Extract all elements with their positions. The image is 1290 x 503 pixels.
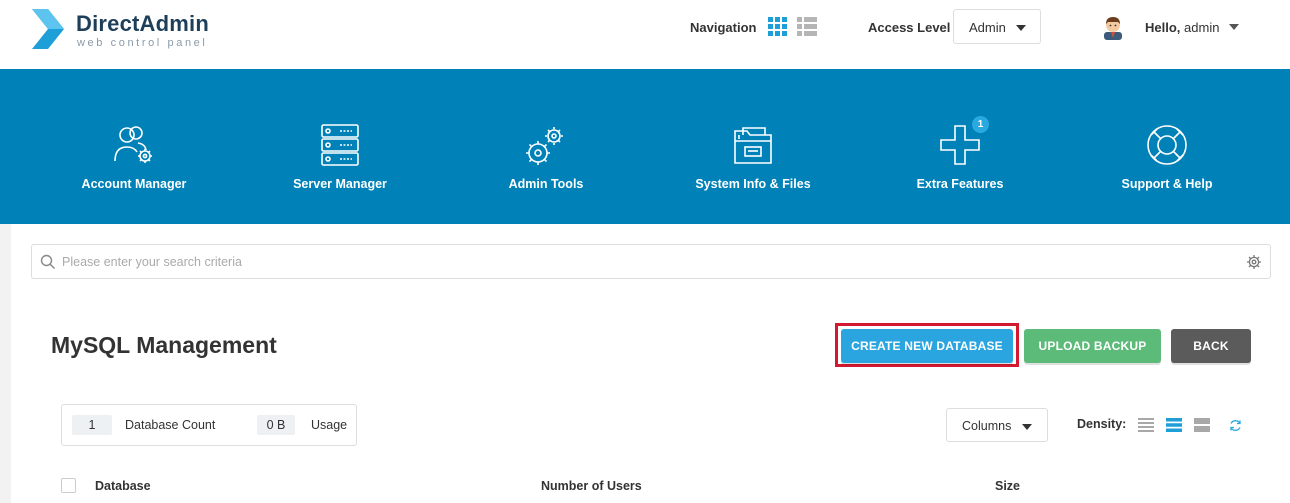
nav-label: Extra Features [916, 177, 1004, 191]
search-input[interactable] [62, 245, 1222, 278]
access-level-label: Access Level [868, 20, 951, 35]
search-icon [40, 254, 55, 269]
usage-value: 0 B [257, 415, 295, 435]
access-level-value: Admin [969, 20, 1006, 35]
density-label: Density: [1077, 417, 1127, 431]
database-stats: 1 Database Count 0 B Usage [61, 404, 357, 446]
caret-down-icon [1016, 25, 1026, 31]
nav-admin-tools[interactable]: Admin Tools [443, 69, 649, 224]
database-count-value: 1 [72, 415, 112, 435]
gear-icon[interactable] [1246, 254, 1262, 270]
admin-tools-icon [526, 127, 563, 165]
page-title: MySQL Management [51, 332, 277, 358]
directadmin-logo[interactable]: DirectAdmin web control panel [30, 7, 230, 53]
refresh-icon[interactable] [1229, 419, 1242, 432]
username-text: admin [1184, 20, 1220, 35]
columns-dropdown[interactable]: Columns [946, 408, 1048, 442]
list-view-icon[interactable] [797, 17, 817, 36]
nav-label: Server Manager [293, 177, 387, 191]
greeting-text: Hello, [1145, 20, 1181, 35]
nav-label: System Info & Files [695, 177, 811, 191]
lifebuoy-icon [1147, 125, 1187, 165]
usage-label: Usage [311, 418, 348, 432]
nav-server-manager[interactable]: Server Manager [237, 69, 443, 224]
create-new-database-button[interactable]: CREATE NEW DATABASE [841, 329, 1013, 363]
nav-system-info-files[interactable]: System Info & Files [650, 69, 856, 224]
density-comfortable-icon[interactable] [1194, 417, 1210, 433]
database-count-label: Database Count [125, 418, 216, 432]
folder-icon [734, 127, 772, 164]
main-navigation: Account Manager Server Manager Admin Too… [0, 69, 1290, 224]
access-level-select[interactable]: Admin [953, 9, 1041, 44]
account-manager-icon [114, 126, 152, 163]
nav-label: Admin Tools [508, 177, 584, 191]
user-greeting[interactable]: Hello, admin [1145, 20, 1219, 35]
nav-label: Support & Help [1121, 177, 1213, 191]
nav-support-help[interactable]: Support & Help [1064, 69, 1270, 224]
upload-backup-button[interactable]: UPLOAD BACKUP [1024, 329, 1161, 363]
back-button[interactable]: BACK [1171, 329, 1251, 363]
select-all-checkbox[interactable] [61, 478, 76, 493]
logo-subtitle: web control panel [77, 37, 208, 49]
navigation-label: Navigation [690, 20, 757, 35]
nav-extra-features[interactable]: 1 Extra Features [857, 69, 1063, 224]
column-header-number-of-users[interactable]: Number of Users [541, 479, 642, 493]
content-card: MySQL Management CREATE NEW DATABASE UPL… [11, 224, 1290, 503]
nav-account-manager[interactable]: Account Manager [31, 69, 237, 224]
search-bar [31, 244, 1271, 279]
columns-label: Columns [962, 419, 1012, 433]
user-menu-caret-icon[interactable] [1229, 24, 1239, 30]
avatar-icon[interactable] [1100, 14, 1126, 40]
server-manager-icon [321, 124, 359, 166]
logo-chevron-icon [32, 9, 64, 49]
density-compact-icon[interactable] [1138, 417, 1154, 433]
notification-badge: 1 [972, 116, 989, 133]
logo-title: DirectAdmin [76, 11, 209, 36]
caret-down-icon [1022, 424, 1032, 430]
grid-view-icon[interactable] [768, 17, 787, 36]
top-header: DirectAdmin web control panel Navigation… [0, 0, 1290, 69]
column-header-size[interactable]: Size [995, 479, 1020, 493]
density-normal-icon[interactable] [1166, 417, 1182, 433]
column-header-database[interactable]: Database [95, 479, 151, 493]
nav-label: Account Manager [81, 177, 187, 191]
